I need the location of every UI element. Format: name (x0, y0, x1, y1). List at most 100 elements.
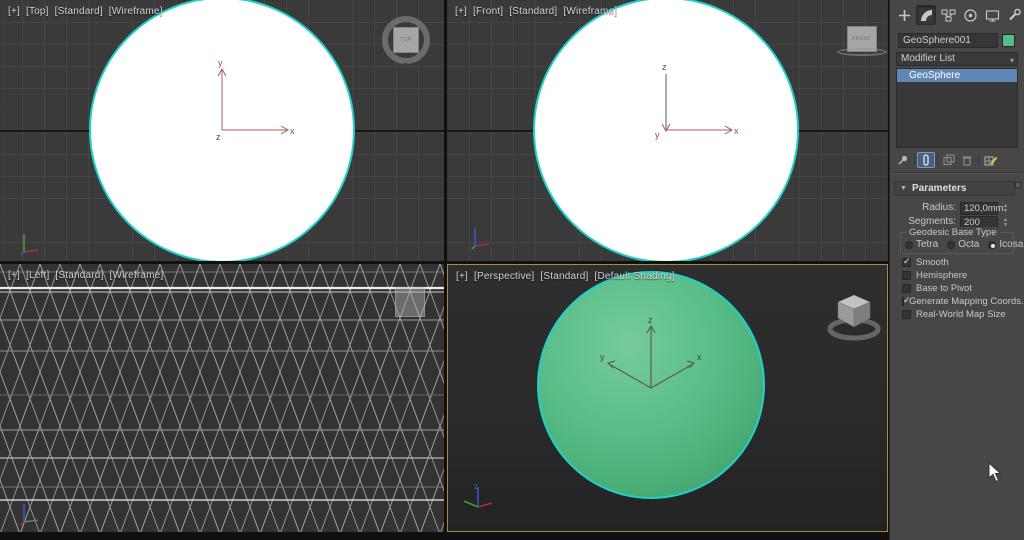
3dsmax-window: y x z N S W E TOP [+] [Top] [Standard] [… (0, 0, 1024, 540)
viewcube-faded[interactable] (395, 287, 425, 317)
utilities-tab-icon[interactable] (1004, 5, 1024, 25)
toolbar-separator (937, 154, 938, 166)
viewport-left[interactable]: [+] [Left] [Standard] [Wireframe] (0, 264, 444, 532)
viewport-menu-pov[interactable]: [Perspective] (474, 271, 534, 282)
radio-label: Tetra (916, 239, 939, 250)
rollout-title: Parameters (912, 183, 967, 194)
geosphere-shaded[interactable] (537, 271, 765, 499)
compass-west[interactable]: W (374, 36, 382, 45)
viewcube[interactable] (826, 287, 884, 347)
rollout-collapse-icon: ▼ (900, 185, 907, 192)
viewport-menu-pov[interactable]: [Left] (26, 270, 49, 281)
geosphere-left-wireframe (0, 264, 444, 532)
checkbox-box[interactable] (902, 283, 911, 293)
hierarchy-tab-icon[interactable] (938, 5, 958, 25)
modifier-list-dropdown[interactable]: Modifier List ▾ (896, 52, 1018, 66)
viewport-menu-shading[interactable]: [Wireframe] (109, 6, 163, 17)
radio-circle[interactable] (947, 240, 956, 249)
viewport-menu-style[interactable]: [Standard] (509, 6, 557, 17)
create-tab-icon[interactable] (894, 5, 914, 25)
viewport-label-perspective: [+] [Perspective] [Standard] [Default Sh… (456, 271, 678, 282)
command-panel-tabs (894, 5, 1024, 27)
show-end-result-icon[interactable] (917, 152, 935, 168)
viewport-menu-shading[interactable]: [Default Shading] (595, 271, 675, 282)
remove-modifier-icon[interactable] (958, 152, 976, 168)
checkbox-generate-mapping-coords[interactable]: Generate Mapping Coords. (902, 295, 1024, 307)
axis-label-z: z (474, 482, 478, 491)
pin-stack-icon[interactable] (894, 152, 912, 168)
viewport-menu-pov[interactable]: [Top] (26, 6, 49, 17)
checkbox-label: Generate Mapping Coords. (909, 295, 1024, 307)
radio-octa[interactable]: Octa (947, 239, 979, 250)
checkbox-hemisphere[interactable]: Hemisphere (902, 269, 1022, 281)
viewcube[interactable]: N S W E TOP (374, 9, 436, 71)
radius-spinner[interactable]: ▲ ▼ (1001, 202, 1010, 215)
compass-east[interactable]: E (431, 36, 436, 45)
checkbox-smooth[interactable]: Smooth (902, 256, 1022, 268)
compass-north[interactable]: N (403, 9, 409, 18)
command-panel: GeoSphere001 Modifier List ▾ GeoSphere ▼… (889, 0, 1024, 540)
checkbox-box[interactable] (902, 270, 911, 280)
radio-label: Icosa (999, 239, 1024, 250)
chevron-down-icon: ▾ (1009, 56, 1014, 65)
viewport-perspective-active[interactable]: z y x z [+] [Perspective] [Standard] [De… (447, 264, 888, 532)
radio-tetra[interactable]: Tetra (905, 239, 938, 250)
checkbox-box[interactable] (902, 295, 911, 306)
rollout-gripper[interactable] (1015, 182, 1021, 188)
viewport-menu-general[interactable]: [+] (8, 270, 20, 281)
viewport-menu-style[interactable]: [Standard] (55, 6, 103, 17)
compass-south[interactable]: S (403, 62, 408, 71)
world-axis-gizmo (20, 234, 39, 256)
geodesic-base-type-options: Tetra Octa Icosa (905, 239, 1023, 250)
checkbox-label: Hemisphere (916, 269, 968, 281)
geosphere-top-wireframe[interactable] (89, 0, 355, 261)
motion-tab-icon[interactable] (960, 5, 980, 25)
modifier-list-label: Modifier List (901, 53, 955, 64)
toolbar-separator (978, 154, 979, 166)
checkbox-real-world-map-size[interactable]: Real-World Map Size (902, 308, 1022, 320)
checkbox-label: Real-World Map Size (916, 308, 1006, 320)
viewport-label-top: [+] [Top] [Standard] [Wireframe] (8, 6, 166, 17)
configure-modifier-sets-icon[interactable] (981, 152, 999, 168)
viewport-front[interactable]: z x y FRONT [+] [Front] [Standard] [Wire… (447, 0, 888, 261)
viewport-label-left: [+] [Left] [Standard] [Wireframe] (8, 270, 166, 281)
display-tab-icon[interactable] (982, 5, 1002, 25)
viewcube[interactable]: FRONT (833, 24, 888, 64)
radius-row: Radius: 120,0mm ▲ ▼ (894, 202, 1021, 216)
viewport-menu-pov[interactable]: [Front] (473, 6, 503, 17)
viewport-top[interactable]: y x z N S W E TOP [+] [Top] [Standard] [… (0, 0, 444, 261)
viewport-menu-general[interactable]: [+] (455, 6, 467, 17)
object-name-row: GeoSphere001 (898, 33, 1018, 48)
modifier-stack-toolbar (894, 151, 1022, 169)
geosphere-front-wireframe[interactable] (533, 0, 799, 261)
radio-icosa[interactable]: Icosa (988, 239, 1023, 250)
modify-tab-icon[interactable] (916, 5, 936, 25)
modifier-stack[interactable]: GeoSphere (896, 68, 1018, 148)
checkbox-base-to-pivot[interactable]: Base to Pivot (902, 282, 1022, 294)
make-unique-icon[interactable] (940, 152, 958, 168)
object-color-swatch[interactable] (1002, 34, 1015, 47)
viewport-menu-general[interactable]: [+] (8, 6, 20, 17)
checkbox-label: Base to Pivot (916, 282, 972, 294)
radius-input[interactable]: 120,0mm (960, 202, 1004, 215)
checkbox-box[interactable] (902, 256, 911, 267)
radio-circle-selected[interactable] (988, 240, 997, 249)
viewcube-compass-ring[interactable] (837, 48, 887, 56)
viewcube-top-face[interactable]: TOP (393, 27, 419, 53)
object-name-input[interactable]: GeoSphere001 (898, 33, 998, 48)
viewport-menu-shading[interactable]: [Wireframe] (110, 270, 164, 281)
toolbar-separator (914, 154, 915, 166)
geodesic-base-type-title: Geodesic Base Type (906, 227, 1000, 238)
modifier-stack-item-geosphere[interactable]: GeoSphere (897, 69, 1017, 82)
viewport-menu-style[interactable]: [Standard] (55, 270, 103, 281)
parameters-rollout-header[interactable]: ▼ Parameters (894, 181, 1015, 196)
world-axis-gizmo: z (463, 482, 493, 508)
viewport-menu-general[interactable]: [+] (456, 271, 468, 282)
viewport-menu-shading[interactable]: [Wireframe] (563, 6, 617, 17)
radio-circle[interactable] (905, 240, 913, 249)
segments-spinner[interactable]: ▲ ▼ (1001, 216, 1010, 229)
checkbox-box[interactable] (902, 309, 911, 319)
segments-label: Segments: (908, 216, 956, 227)
viewport-label-front: [+] [Front] [Standard] [Wireframe] (455, 6, 620, 17)
viewport-menu-style[interactable]: [Standard] (540, 271, 588, 282)
